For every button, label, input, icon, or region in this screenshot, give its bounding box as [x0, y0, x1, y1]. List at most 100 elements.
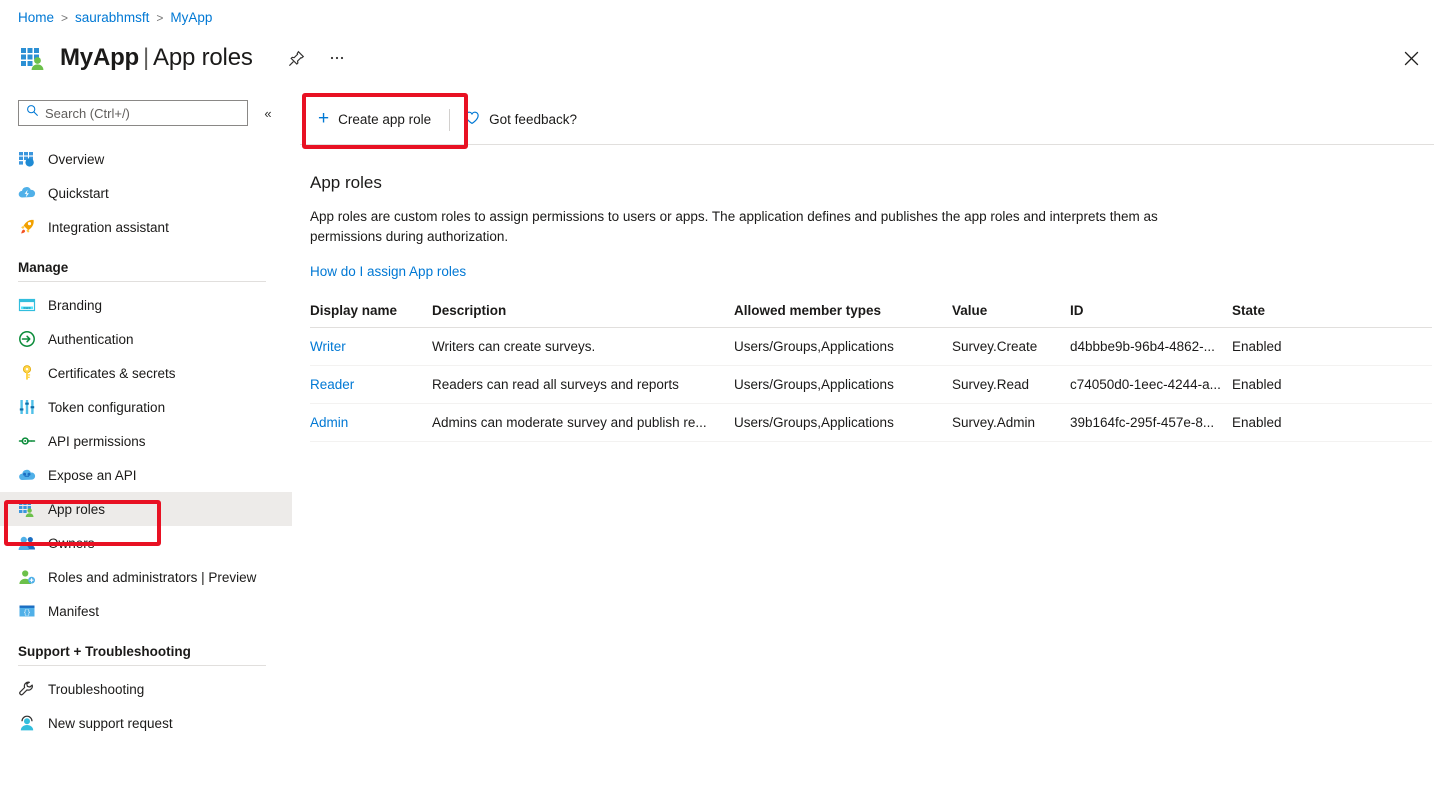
- ellipsis-icon[interactable]: [323, 44, 351, 72]
- page-title: MyApp|App roles: [60, 44, 253, 72]
- page-header: MyApp|App roles: [18, 38, 351, 78]
- breadcrumb-item-home[interactable]: Home: [18, 10, 54, 25]
- sidebar-item-manifest[interactable]: {} Manifest: [0, 594, 292, 628]
- sidebar-item-quickstart[interactable]: Quickstart: [0, 176, 292, 210]
- cell-value: Survey.Create: [952, 328, 1070, 366]
- column-header-id[interactable]: ID: [1070, 303, 1232, 328]
- breadcrumb-separator: >: [156, 11, 163, 25]
- cell-id: c74050d0-1eec-4244-a...: [1070, 366, 1232, 404]
- sidebar-item-certificates-secrets[interactable]: Certificates & secrets: [0, 356, 292, 390]
- api-permissions-icon: [18, 432, 36, 450]
- token-sliders-icon: [18, 398, 36, 416]
- sidebar-item-label: Quickstart: [48, 186, 109, 201]
- table-header-row: Display name Description Allowed member …: [310, 303, 1432, 328]
- column-header-allowed-member-types[interactable]: Allowed member types: [734, 303, 952, 328]
- breadcrumb-item-saurabhmsft[interactable]: saurabhmsft: [75, 10, 149, 25]
- page-title-section: App roles: [153, 44, 253, 71]
- breadcrumb: Home > saurabhmsft > MyApp: [18, 10, 212, 25]
- sidebar-item-label: Manifest: [48, 604, 99, 619]
- sidebar-item-troubleshooting[interactable]: Troubleshooting: [0, 672, 292, 706]
- quickstart-cloud-icon: [18, 184, 36, 202]
- wrench-icon: [18, 680, 36, 698]
- table-row[interactable]: Writer Writers can create surveys. Users…: [310, 328, 1432, 366]
- branding-window-icon: www: [18, 296, 36, 314]
- sidebar-item-new-support-request[interactable]: New support request: [0, 706, 292, 740]
- expose-api-cloud-icon: [18, 466, 36, 484]
- cell-value: Survey.Admin: [952, 404, 1070, 442]
- sidebar-item-label: Roles and administrators | Preview: [48, 570, 256, 585]
- sidebar-item-app-roles[interactable]: App roles: [0, 492, 292, 526]
- cell-display-name[interactable]: Reader: [310, 366, 432, 404]
- app-roles-table: Display name Description Allowed member …: [310, 303, 1432, 442]
- close-icon[interactable]: [1396, 43, 1426, 73]
- sidebar-item-label: Integration assistant: [48, 220, 169, 235]
- sidebar-group-support-title: Support + Troubleshooting: [0, 644, 292, 659]
- sidebar-item-label: App roles: [48, 502, 105, 517]
- sidebar-item-authentication[interactable]: Authentication: [0, 322, 292, 356]
- create-app-role-button[interactable]: + Create app role: [310, 105, 443, 134]
- sidebar: « Overview: [0, 100, 292, 790]
- cell-display-name[interactable]: Writer: [310, 328, 432, 366]
- main-content: + Create app role Got feedback? App role…: [300, 95, 1434, 795]
- sidebar-item-integration-assistant[interactable]: Integration assistant: [0, 210, 292, 244]
- svg-text:{}: {}: [23, 609, 30, 616]
- plus-icon: +: [318, 109, 329, 128]
- column-header-value[interactable]: Value: [952, 303, 1070, 328]
- sidebar-item-roles-and-administrators[interactable]: Roles and administrators | Preview: [0, 560, 292, 594]
- sidebar-item-overview[interactable]: Overview: [0, 142, 292, 176]
- manifest-code-icon: {}: [18, 602, 36, 620]
- breadcrumb-item-myapp[interactable]: MyApp: [170, 10, 212, 25]
- cell-id: 39b164fc-295f-457e-8...: [1070, 404, 1232, 442]
- owners-people-icon: [18, 534, 36, 552]
- got-feedback-button[interactable]: Got feedback?: [456, 104, 589, 135]
- sidebar-item-label: Authentication: [48, 332, 134, 347]
- table-row[interactable]: Reader Readers can read all surveys and …: [310, 366, 1432, 404]
- got-feedback-label: Got feedback?: [489, 112, 577, 127]
- sidebar-item-owners[interactable]: Owners: [0, 526, 292, 560]
- sidebar-group-divider: [18, 281, 266, 282]
- toolbar-divider: [449, 109, 450, 131]
- section-title: App roles: [310, 173, 1434, 193]
- sidebar-item-api-permissions[interactable]: API permissions: [0, 424, 292, 458]
- cell-id: d4bbbe9b-96b4-4862-...: [1070, 328, 1232, 366]
- cell-state: Enabled: [1232, 366, 1432, 404]
- assign-app-roles-link[interactable]: How do I assign App roles: [310, 264, 466, 279]
- cell-description: Readers can read all surveys and reports: [432, 366, 734, 404]
- sidebar-item-label: Troubleshooting: [48, 682, 144, 697]
- sidebar-group-divider: [18, 665, 266, 666]
- sidebar-item-label: Token configuration: [48, 400, 165, 415]
- pin-icon[interactable]: [283, 44, 311, 72]
- sidebar-item-label: Expose an API: [48, 468, 137, 483]
- search-box[interactable]: [18, 100, 248, 126]
- search-input[interactable]: [45, 106, 240, 121]
- key-icon: [18, 364, 36, 382]
- sidebar-item-label: Owners: [48, 536, 95, 551]
- command-toolbar: + Create app role Got feedback?: [300, 95, 1434, 145]
- cell-allowed-member-types: Users/Groups,Applications: [734, 328, 952, 366]
- column-header-display-name[interactable]: Display name: [310, 303, 432, 328]
- sidebar-item-label: Certificates & secrets: [48, 366, 176, 381]
- heart-icon: [464, 110, 480, 129]
- chevron-double-left-icon[interactable]: «: [258, 102, 278, 124]
- column-header-state[interactable]: State: [1232, 303, 1432, 328]
- cell-allowed-member-types: Users/Groups,Applications: [734, 404, 952, 442]
- sidebar-item-label: API permissions: [48, 434, 146, 449]
- app-registration-icon: [18, 43, 48, 73]
- sidebar-item-label: Branding: [48, 298, 102, 313]
- sidebar-item-branding[interactable]: www Branding: [0, 288, 292, 322]
- rocket-icon: [18, 218, 36, 236]
- sidebar-item-expose-an-api[interactable]: Expose an API: [0, 458, 292, 492]
- cell-description: Admins can moderate survey and publish r…: [432, 404, 734, 442]
- table-row[interactable]: Admin Admins can moderate survey and pub…: [310, 404, 1432, 442]
- sidebar-top-items: Overview Quickstart Integration assi: [0, 142, 292, 244]
- cell-display-name[interactable]: Admin: [310, 404, 432, 442]
- breadcrumb-separator: >: [61, 11, 68, 25]
- cell-state: Enabled: [1232, 328, 1432, 366]
- sidebar-item-token-configuration[interactable]: Token configuration: [0, 390, 292, 424]
- column-header-description[interactable]: Description: [432, 303, 734, 328]
- sidebar-item-label: New support request: [48, 716, 173, 731]
- roles-admin-icon: [18, 568, 36, 586]
- overview-grid-icon: [18, 150, 36, 168]
- create-app-role-label: Create app role: [338, 112, 431, 127]
- search-icon: [26, 104, 39, 122]
